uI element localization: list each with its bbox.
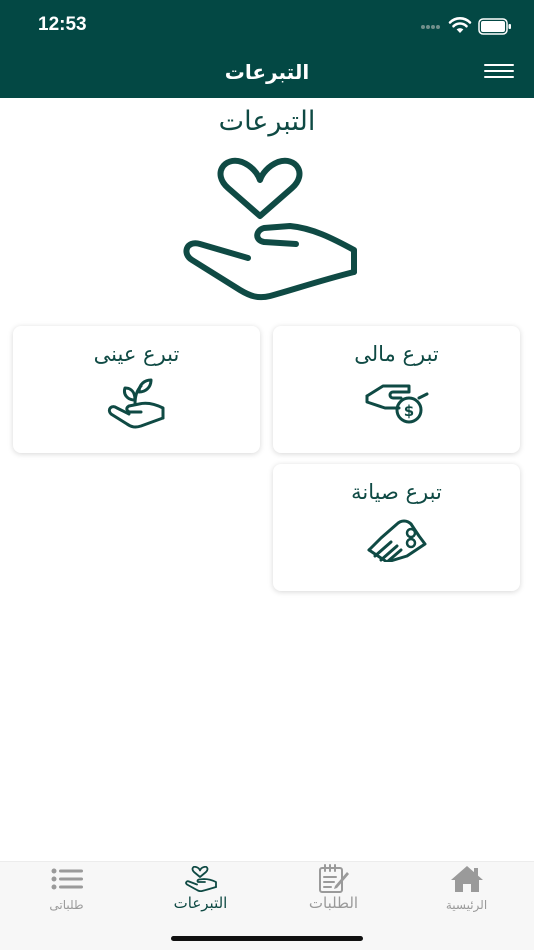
hamburger-menu-icon[interactable] xyxy=(484,64,518,86)
tab-home-label: الرئيسية xyxy=(445,898,488,912)
header-title: التبرعات xyxy=(224,60,310,84)
tab-my-requests[interactable]: طلباتى xyxy=(0,862,133,922)
maintenance-donation-card[interactable]: تبرع صيانة xyxy=(273,464,520,591)
wifi-icon xyxy=(448,17,472,33)
battery-icon xyxy=(478,18,511,35)
tab-my-requests-label: طلباتى xyxy=(49,898,84,912)
home-icon xyxy=(450,866,483,892)
svg-text:$: $ xyxy=(404,402,414,420)
page-title: التبرعات xyxy=(218,106,316,137)
money-hand-icon: $ xyxy=(365,384,429,424)
maintenance-hand-icon xyxy=(367,519,427,562)
tab-donations-label: التبرعات xyxy=(173,894,228,912)
inkind-donation-label: تبرع عينى xyxy=(93,342,180,366)
tab-requests[interactable]: الطلبات xyxy=(267,862,400,922)
money-donation-card[interactable]: تبرع مالى $ xyxy=(273,326,520,453)
heart-in-hand-icon xyxy=(183,157,357,301)
donation-hand-icon xyxy=(184,866,217,892)
money-donation-label: تبرع مالى xyxy=(354,342,439,366)
tab-home[interactable]: الرئيسية xyxy=(400,862,533,922)
tab-requests-label: الطلبات xyxy=(308,894,359,912)
maintenance-donation-label: تبرع صيانة xyxy=(351,480,442,504)
app-header: 12:53 التبرعات xyxy=(0,0,534,98)
tab-donations[interactable]: التبرعات xyxy=(134,862,267,922)
notepad-icon xyxy=(318,864,349,893)
signal-icon xyxy=(421,25,443,31)
plant-hand-icon xyxy=(107,378,165,429)
list-icon xyxy=(51,868,83,890)
home-indicator xyxy=(171,936,363,941)
status-time: 12:53 xyxy=(38,14,87,35)
inkind-donation-card[interactable]: تبرع عينى xyxy=(13,326,260,453)
